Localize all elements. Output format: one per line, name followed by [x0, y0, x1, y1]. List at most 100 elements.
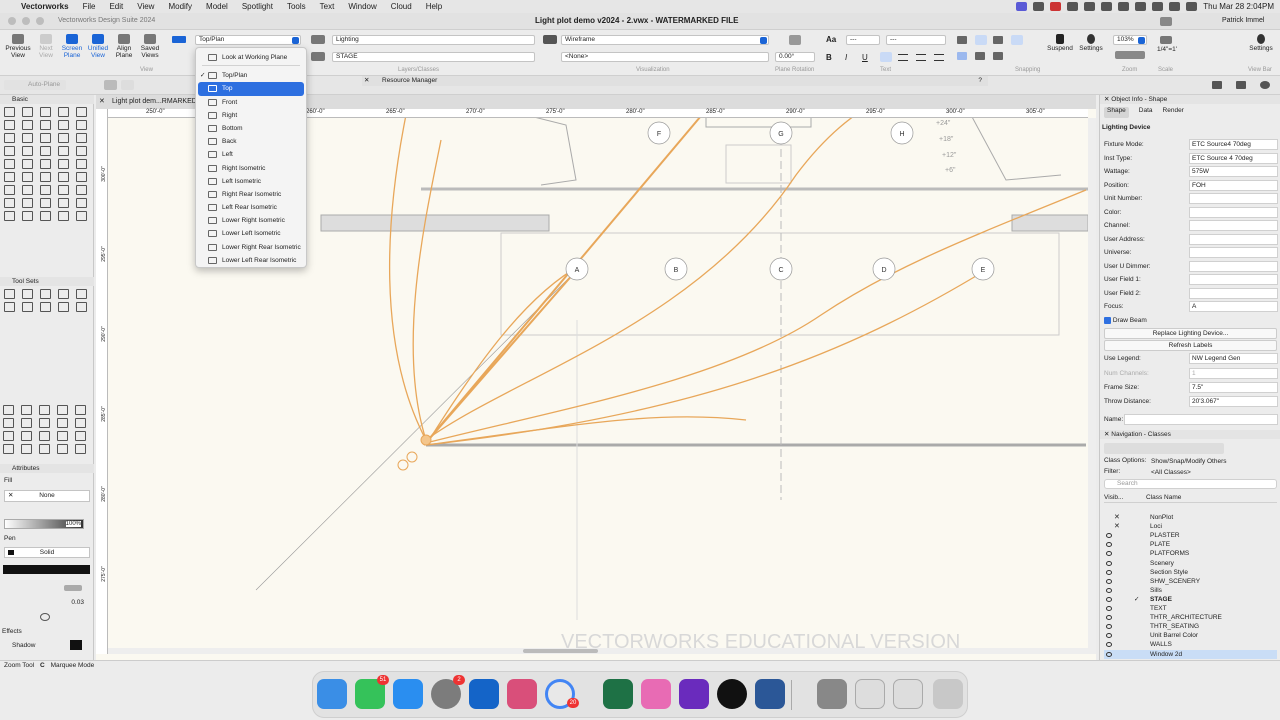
pen-color-bar[interactable]: [3, 565, 90, 574]
class-row[interactable]: ✕ NonPlot: [1104, 513, 1277, 522]
status-icon[interactable]: [1067, 2, 1079, 11]
toolset-tool-icon[interactable]: [4, 302, 15, 312]
oi-field-value[interactable]: [1189, 287, 1278, 299]
layer-icon[interactable]: [311, 52, 325, 61]
spotlight-tool-icon[interactable]: [57, 405, 68, 415]
basic-tool-icon[interactable]: [4, 198, 15, 208]
class-row[interactable]: PLATFORMS: [1104, 549, 1277, 558]
basic-tool-icon[interactable]: [4, 185, 15, 195]
class-search-input[interactable]: Search: [1104, 479, 1277, 489]
basic-tool-icon[interactable]: [22, 133, 33, 143]
toolset-tool-icon[interactable]: [40, 289, 51, 299]
oi-field-value[interactable]: [1189, 193, 1278, 204]
menu-text[interactable]: Text: [313, 2, 342, 11]
vectorworks-icon[interactable]: [717, 679, 747, 709]
spotlight-tool-icon[interactable]: [21, 444, 32, 454]
snap-intersection-icon[interactable]: [1011, 35, 1023, 45]
eye-icon[interactable]: [1106, 596, 1112, 602]
spotlight-tool-icon[interactable]: [3, 444, 14, 454]
zoom-tool-mode-icon[interactable]: [104, 80, 117, 90]
view-option-lower-right-isometric[interactable]: Lower Right Isometric: [196, 214, 306, 227]
toolset-tool-icon[interactable]: [58, 289, 69, 299]
status-icon[interactable]: [1101, 2, 1113, 11]
underline-button[interactable]: U: [862, 53, 868, 62]
trash-icon[interactable]: [933, 679, 963, 709]
view-cube-icon[interactable]: [172, 36, 186, 43]
shadow-swatch[interactable]: [70, 640, 82, 650]
oi-field-value[interactable]: [1189, 260, 1278, 272]
vertical-scrollbar[interactable]: [1088, 118, 1096, 654]
spotlight-tool-icon[interactable]: [39, 405, 50, 415]
toolset-tool-icon[interactable]: [76, 289, 87, 299]
outlook-icon[interactable]: [469, 679, 499, 709]
eye-icon[interactable]: [1106, 569, 1112, 575]
basic-tool-icon[interactable]: [40, 159, 51, 169]
italic-button[interactable]: I: [845, 53, 847, 62]
close-icon[interactable]: ✕: [99, 95, 105, 109]
throw-distance-field[interactable]: 20'3.067": [1189, 396, 1278, 407]
status-icon[interactable]: [1118, 2, 1130, 11]
toolset-tool-icon[interactable]: [40, 302, 51, 312]
plane-rotation-icon[interactable]: [789, 35, 801, 45]
oi-field-value[interactable]: ETC Source 4 70deg: [1189, 152, 1278, 164]
align-center-icon[interactable]: [898, 54, 908, 61]
spotlight-tool-icon[interactable]: [75, 405, 86, 415]
eye-icon[interactable]: [1106, 615, 1112, 621]
oi-field-value[interactable]: [1189, 206, 1278, 218]
filter-select[interactable]: <All Classes>: [1149, 468, 1277, 479]
view-option-bottom[interactable]: Bottom: [196, 122, 306, 135]
screen-plane-button[interactable]: Screen Plane: [60, 34, 84, 59]
align-left-icon[interactable]: [880, 52, 892, 62]
horizontal-scrollbar[interactable]: [108, 648, 1088, 654]
settings-button[interactable]: Settings: [1076, 34, 1106, 52]
line-weight-field[interactable]: 0.03: [4, 598, 90, 608]
plane-rotation-field[interactable]: 0.00°: [775, 52, 815, 62]
basic-tool-icon[interactable]: [58, 211, 69, 221]
spotlight-tool-icon[interactable]: [39, 431, 50, 441]
eye-icon[interactable]: [1106, 533, 1112, 539]
menu-spotlight[interactable]: Spotlight: [235, 2, 280, 11]
app-store-icon[interactable]: [393, 679, 423, 709]
class-row[interactable]: PLASTER: [1104, 531, 1277, 540]
basic-tool-icon[interactable]: [4, 159, 15, 169]
basic-tool-icon[interactable]: [40, 211, 51, 221]
basic-tool-icon[interactable]: [40, 107, 51, 117]
eye-icon[interactable]: [1106, 624, 1112, 630]
view-option-right[interactable]: Right: [196, 109, 306, 122]
unified-view-button[interactable]: Unified View: [86, 34, 110, 59]
basic-tool-icon[interactable]: [58, 198, 69, 208]
render-icon[interactable]: [1212, 81, 1222, 89]
basic-tool-icon[interactable]: [22, 185, 33, 195]
eye-icon[interactable]: [1106, 642, 1112, 648]
previous-view-button[interactable]: Previous View: [4, 34, 32, 59]
tab-shape[interactable]: Shape: [1104, 107, 1129, 118]
oi-field-value[interactable]: FOH: [1189, 179, 1278, 191]
class-row[interactable]: THTR_SEATING: [1104, 622, 1277, 631]
resource-manager-tab[interactable]: ✕ Resource Manager ?: [362, 76, 988, 86]
line-type-icon[interactable]: [64, 585, 82, 591]
auto-plane-toggle[interactable]: Auto-Plane: [4, 80, 66, 90]
basic-tool-icon[interactable]: [58, 146, 69, 156]
basic-tool-icon[interactable]: [22, 107, 33, 117]
basic-tool-icon[interactable]: [76, 185, 87, 195]
spotlight-tool-icon[interactable]: [3, 418, 14, 428]
basic-tool-icon[interactable]: [76, 107, 87, 117]
menu-view[interactable]: View: [130, 2, 161, 11]
screen-recorder-icon[interactable]: [679, 679, 709, 709]
view-option-top[interactable]: Top: [198, 82, 304, 96]
oi-field-value[interactable]: A: [1189, 301, 1278, 312]
basic-tool-icon[interactable]: [4, 146, 15, 156]
menu-modify[interactable]: Modify: [161, 2, 199, 11]
spotlight-tool-icon[interactable]: [75, 431, 86, 441]
basic-tool-icon[interactable]: [4, 172, 15, 182]
navigation-tabs-icons[interactable]: [1104, 443, 1224, 454]
basic-tool-icon[interactable]: [22, 172, 33, 182]
class-row[interactable]: Scenery: [1104, 559, 1277, 568]
menu-edit[interactable]: Edit: [102, 2, 130, 11]
menu-window[interactable]: Window: [341, 2, 383, 11]
projection-select[interactable]: <None>: [561, 52, 769, 62]
oi-field-value[interactable]: [1189, 220, 1278, 231]
menu-model[interactable]: Model: [199, 2, 235, 11]
saved-views-button[interactable]: Saved Views: [138, 34, 162, 59]
basic-tool-icon[interactable]: [40, 133, 51, 143]
